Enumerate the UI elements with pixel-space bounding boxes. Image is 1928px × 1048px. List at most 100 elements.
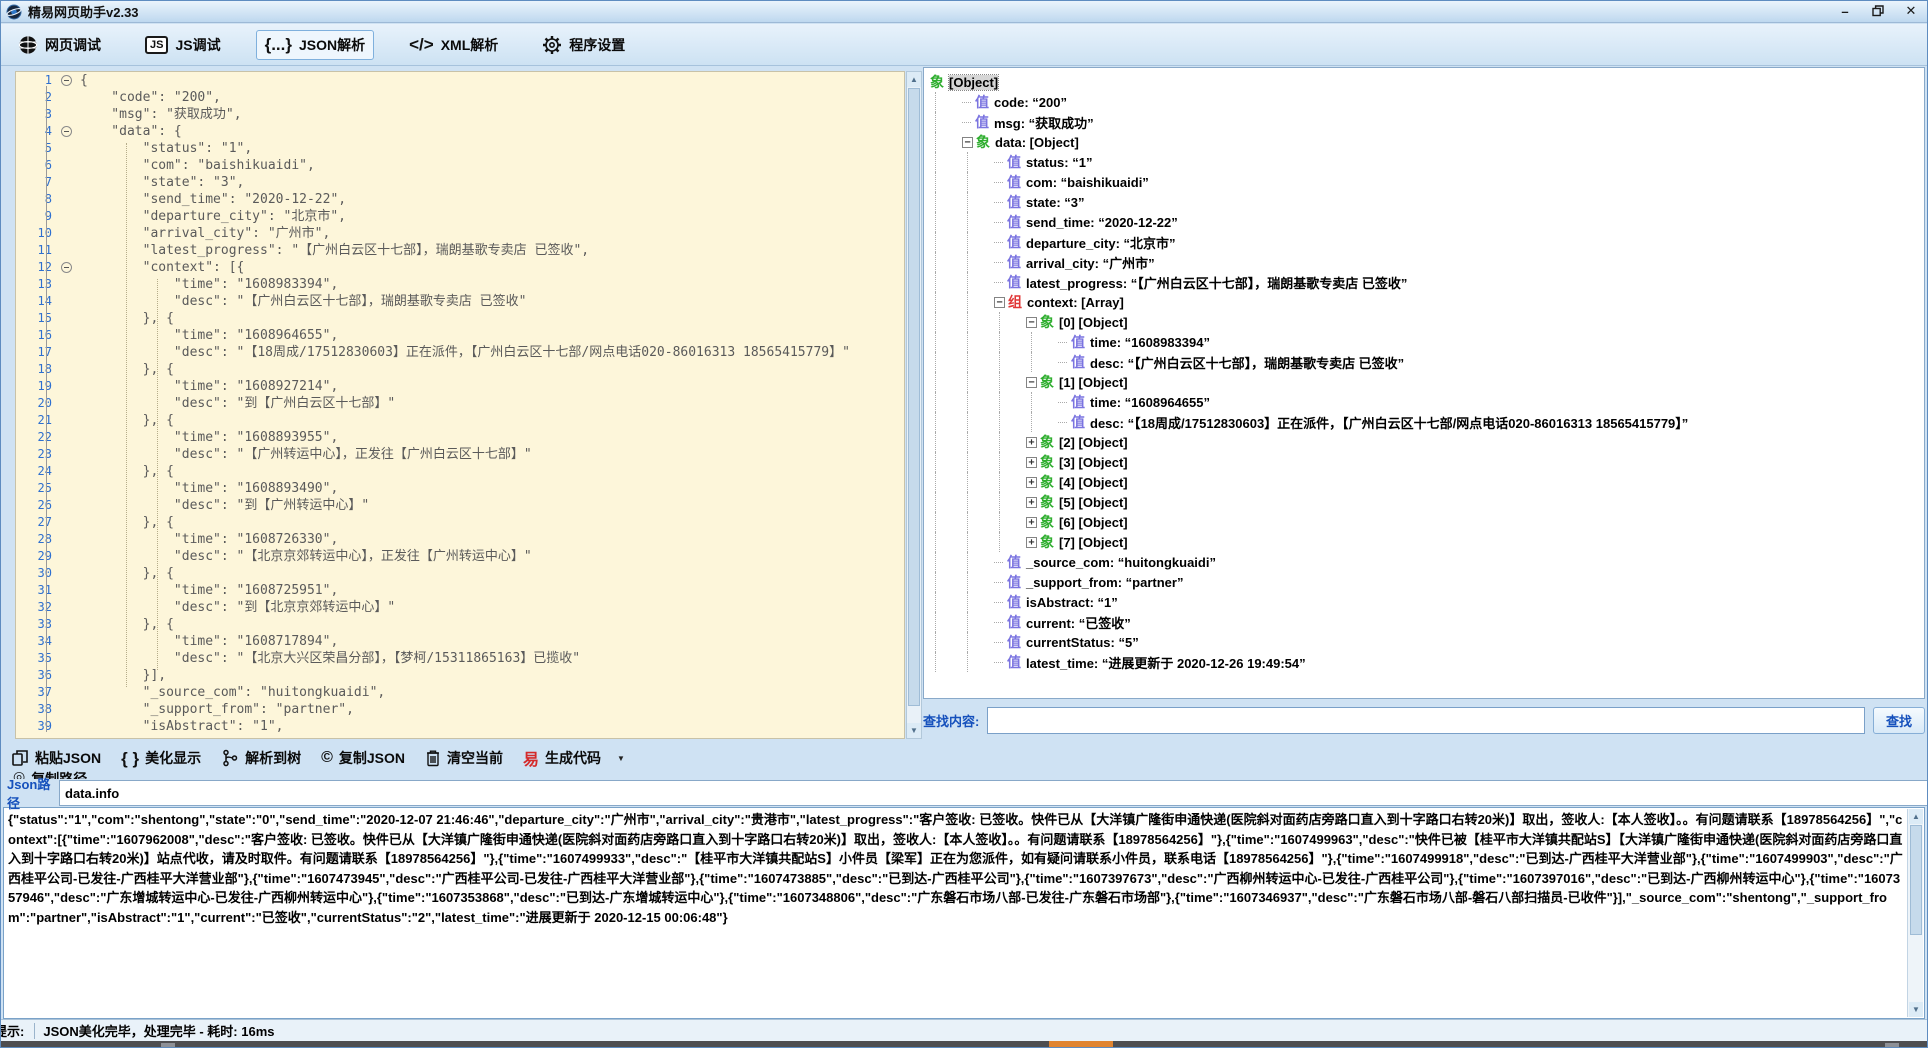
tree-node[interactable]: +象[3] [Object] [930,452,1924,472]
tree-node[interactable]: 值currentStatus: “5” [930,632,1924,652]
editor-line[interactable]: 34 "time": "1608717894", [16,633,904,650]
expand-box-icon[interactable]: + [1026,517,1037,528]
editor-line[interactable]: 31 "time": "1608725951", [16,582,904,599]
json-path-input[interactable] [59,780,1928,806]
scroll-thumb[interactable] [1910,825,1922,935]
editor-line[interactable]: 7 "state": "3", [16,174,904,191]
editor-line[interactable]: 12 "context": [{ [16,259,904,276]
collapse-box-icon[interactable]: − [1026,377,1037,388]
toolbar-tab-js-debug[interactable]: JSJS调试 [136,30,230,60]
tree-node[interactable]: 值time: “1608964655” [930,392,1924,412]
search-button[interactable]: 查找 [1873,707,1925,734]
editor-line[interactable]: 17 "desc": "【18周成/17512830603】正在派件，【广州白云… [16,344,904,361]
scroll-down-arrow[interactable]: ▼ [1909,1002,1923,1017]
editor-line[interactable]: 35 "desc": "【北京大兴区荣昌分部】，【梦柯/15311865163】… [16,650,904,667]
tree-node[interactable]: −组context: [Array] [930,292,1924,312]
editor-scrollbar[interactable]: ▲ ▼ [906,71,922,739]
toolbar-tab-settings[interactable]: 程序设置 [533,30,634,60]
editor-line[interactable]: 11 "latest_progress": "【广州白云区十七部】，瑞朗基歌专卖… [16,242,904,259]
fold-collapse-icon[interactable] [61,75,72,86]
tree-node[interactable]: −象[0] [Object] [930,312,1924,332]
tree-node[interactable]: 值msg: “获取成功” [930,112,1924,132]
expand-box-icon[interactable]: + [1026,457,1037,468]
collapse-box-icon[interactable]: − [994,297,1005,308]
editor-line[interactable]: 38 "_support_from": "partner", [16,701,904,718]
action-parse-tree[interactable]: 解析到树 [221,748,301,768]
editor-line[interactable]: 18 }, { [16,361,904,378]
tree-node[interactable]: 值send_time: “2020-12-22” [930,212,1924,232]
toolbar-tab-xml-parse[interactable]: </>XML解析 [400,30,507,60]
fold-collapse-icon[interactable] [61,262,72,273]
editor-line[interactable]: 10 "arrival_city": "广州市", [16,225,904,242]
tree-node[interactable]: 值arrival_city: “广州市” [930,252,1924,272]
editor-line[interactable]: 6 "com": "baishikuaidi", [16,157,904,174]
editor-line[interactable]: 4 "data": { [16,123,904,140]
tree-node[interactable]: 值latest_time: “进展更新于 2020-12-26 19:49:54… [930,652,1924,672]
action-clear[interactable]: 清空当前 [425,748,503,768]
editor-line[interactable]: 13 "time": "1608983394", [16,276,904,293]
editor-line[interactable]: 19 "time": "1608927214", [16,378,904,395]
raw-json-scrollbar[interactable]: ▲ ▼ [1907,809,1923,1017]
editor-line[interactable]: 9 "departure_city": "北京市", [16,208,904,225]
editor-line[interactable]: 1{ [16,72,904,89]
editor-line[interactable]: 28 "time": "1608726330", [16,531,904,548]
editor-line[interactable]: 29 "desc": "【北京京郊转运中心】，正发往【广州转运中心】" [16,548,904,565]
tree-node[interactable]: 值desc: “【广州白云区十七部】，瑞朗基歌专卖店 已签收” [930,352,1924,372]
raw-json-area[interactable]: {"status":"1","com":"shentong","state":"… [3,807,1925,1019]
editor-line[interactable]: 22 "time": "1608893955", [16,429,904,446]
editor-line[interactable]: 39 "isAbstract": "1", [16,718,904,735]
scroll-up-arrow[interactable]: ▲ [907,72,921,87]
collapse-box-icon[interactable]: − [962,137,973,148]
tree-node[interactable]: 值current: “已签收” [930,612,1924,632]
editor-line[interactable]: 26 "desc": "到【广州转运中心】" [16,497,904,514]
restore-button[interactable] [1866,2,1890,20]
dropdown-arrow-icon[interactable]: ▼ [617,754,625,763]
editor-line[interactable]: 15 }, { [16,310,904,327]
tree-node[interactable]: 象[Object] [930,72,1924,92]
minimize-button[interactable]: – [1833,2,1857,20]
tree-node[interactable]: 值com: “baishikuaidi” [930,172,1924,192]
tree-node[interactable]: 值code: “200” [930,92,1924,112]
tree-node[interactable]: +象[5] [Object] [930,492,1924,512]
editor-line[interactable]: 24 }, { [16,463,904,480]
editor-line[interactable]: 23 "desc": "【广州转运中心】，正发往【广州白云区十七部】" [16,446,904,463]
tree-node[interactable]: −象data: [Object] [930,132,1924,152]
tree-node[interactable]: 值_support_from: “partner” [930,572,1924,592]
close-button[interactable]: ✕ [1899,2,1923,20]
editor-line[interactable]: 30 }, { [16,565,904,582]
fold-collapse-icon[interactable] [61,126,72,137]
action-copy-json[interactable]: ©复制JSON [321,748,405,768]
tree-node[interactable]: 值departure_city: “北京市” [930,232,1924,252]
editor-line[interactable]: 16 "time": "1608964655", [16,327,904,344]
tree-node[interactable]: 值status: “1” [930,152,1924,172]
action-gen-code[interactable]: 易生成代码▼ [523,746,625,770]
tree-node[interactable]: +象[2] [Object] [930,432,1924,452]
editor-line[interactable]: 37 "_source_com": "huitongkuaidi", [16,684,904,701]
toolbar-tab-web-debug[interactable]: 网页调试 [9,30,110,60]
expand-box-icon[interactable]: + [1026,437,1037,448]
json-editor[interactable]: 1{2 "code": "200",3 "msg": "获取成功",4 "dat… [15,71,905,739]
editor-line[interactable]: 20 "desc": "到【广州白云区十七部】" [16,395,904,412]
scroll-up-arrow[interactable]: ▲ [1909,809,1923,824]
editor-line[interactable]: 5 "status": "1", [16,140,904,157]
toolbar-tab-json-parse[interactable]: {...}JSON解析 [256,30,375,60]
search-input[interactable] [987,707,1865,734]
action-beautify[interactable]: { }美化显示 [121,748,201,768]
expand-box-icon[interactable]: + [1026,477,1037,488]
editor-line[interactable]: 8 "send_time": "2020-12-22", [16,191,904,208]
editor-line[interactable]: 14 "desc": "【广州白云区十七部】，瑞朗基歌专卖店 已签收" [16,293,904,310]
editor-line[interactable]: 32 "desc": "到【北京京郊转运中心】" [16,599,904,616]
tree-node[interactable]: 值time: “1608983394” [930,332,1924,352]
editor-line[interactable]: 21 }, { [16,412,904,429]
tree-node[interactable]: +象[6] [Object] [930,512,1924,532]
tree-node[interactable]: 值latest_progress: “【广州白云区十七部】，瑞朗基歌专卖店 已签… [930,272,1924,292]
editor-line[interactable]: 27 }, { [16,514,904,531]
scroll-down-arrow[interactable]: ▼ [907,723,921,738]
action-paste-json[interactable]: 粘贴JSON [11,748,101,768]
editor-line[interactable]: 36 }], [16,667,904,684]
editor-line[interactable]: 2 "code": "200", [16,89,904,106]
collapse-box-icon[interactable]: − [1026,317,1037,328]
editor-line[interactable]: 25 "time": "1608893490", [16,480,904,497]
tree-node[interactable]: 值desc: “【18周成/17512830603】正在派件，【广州白云区十七部… [930,412,1924,432]
tree-node[interactable]: +象[4] [Object] [930,472,1924,492]
